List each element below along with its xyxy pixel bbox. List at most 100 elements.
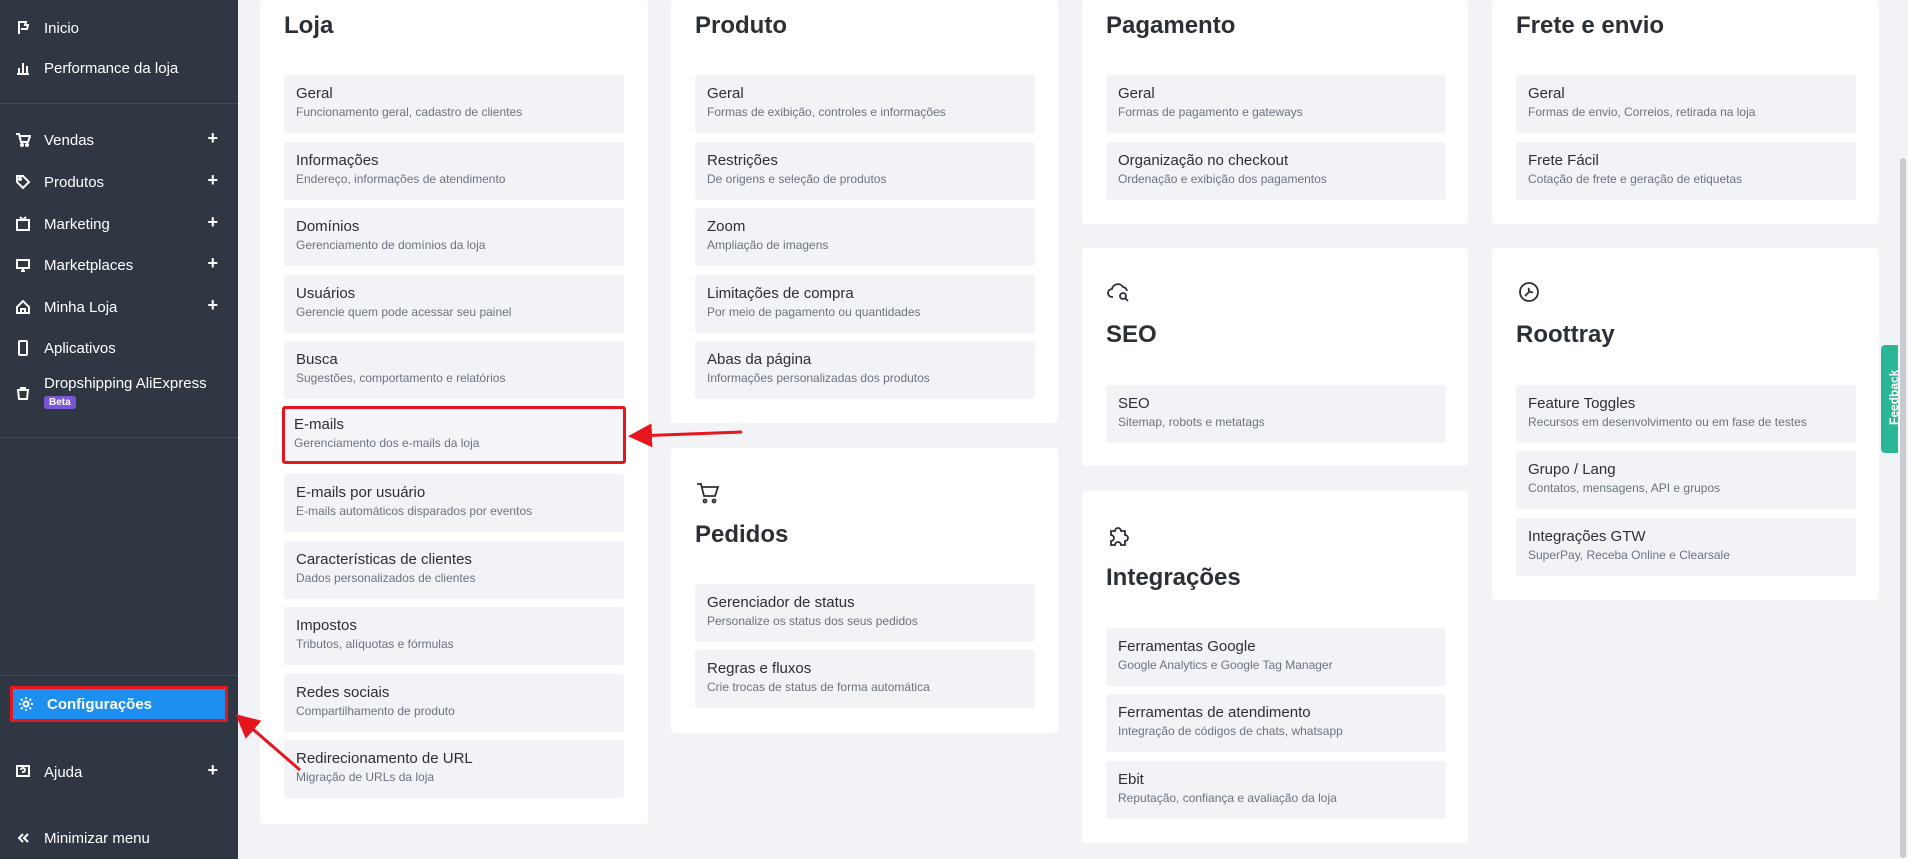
divider: [0, 675, 238, 676]
item-desc: Contatos, mensagens, API e grupos: [1528, 481, 1721, 495]
sidebar-item-vendas[interactable]: Vendas +: [0, 122, 238, 158]
expand-plus-icon[interactable]: +: [207, 760, 218, 781]
settings-item-gerenciador-status[interactable]: Gerenciador de status Personalize os stat…: [695, 584, 1035, 642]
item-desc: Ordenação e exibição dos pagamentos: [1118, 172, 1327, 186]
expand-plus-icon[interactable]: +: [207, 212, 218, 233]
item-title: Redirecionamento de URL: [296, 750, 473, 767]
item-title: Frete Fácil: [1528, 152, 1599, 169]
settings-item-frete-facil[interactable]: Frete Fácil Cotação de frete e geração de…: [1516, 142, 1856, 200]
settings-item-emails-por-usuario[interactable]: E-mails por usuário E-mails automáticos d…: [284, 474, 624, 532]
settings-item-ferramentas-google[interactable]: Ferramentas Google Google Analytics e Goo…: [1106, 628, 1446, 686]
settings-item-dominios[interactable]: Domínios Gerenciamento de domínios da loj…: [284, 208, 624, 266]
settings-item-redes-sociais[interactable]: Redes sociais Compartilhamento de produto: [284, 674, 624, 732]
settings-item-geral[interactable]: Geral Formas de pagamento e gateways: [1106, 75, 1446, 133]
beta-badge: Beta: [44, 396, 76, 409]
settings-item-geral[interactable]: Geral Formas de exibição, controles e inf…: [695, 75, 1035, 133]
item-desc: Gerencie quem pode acessar seu painel: [296, 305, 512, 319]
item-desc: Endereço, informações de atendimento: [296, 172, 506, 186]
settings-item-abas[interactable]: Abas da página Informações personalizadas…: [695, 341, 1035, 399]
sidebar-item-configuracoes[interactable]: Configurações: [10, 686, 228, 722]
sidebar-item-minha-loja[interactable]: Minha Loja +: [0, 289, 238, 325]
settings-item-geral[interactable]: Geral Formas de envio, Correios, retirada…: [1516, 75, 1856, 133]
settings-item-grupo-lang[interactable]: Grupo / Lang Contatos, mensagens, API e g…: [1516, 451, 1856, 509]
item-desc: E-mails automáticos disparados por event…: [296, 504, 533, 518]
item-title: Ferramentas Google: [1118, 638, 1256, 655]
settings-item-limitacoes[interactable]: Limitações de compra Por meio de pagament…: [695, 275, 1035, 333]
card-seo: SEO SEO Sitemap, robots e metatags: [1082, 248, 1468, 466]
sidebar: Inicio Performance da loja Vendas + Prod…: [0, 0, 238, 859]
sidebar-item-dropshipping[interactable]: Dropshipping AliExpress Beta: [0, 375, 238, 419]
sidebar-item-marketing[interactable]: Marketing +: [0, 206, 238, 242]
item-desc: Gerenciamento dos e-mails da loja: [294, 436, 480, 450]
item-desc: Migração de URLs da loja: [296, 770, 435, 784]
item-title: Geral: [707, 85, 744, 102]
item-desc: De origens e seleção de produtos: [707, 172, 887, 186]
item-title: Características de clientes: [296, 551, 472, 568]
sidebar-item-inicio[interactable]: Inicio: [0, 10, 238, 46]
cart-icon: [695, 480, 721, 506]
item-desc: Reputação, confiança e avaliação da loja: [1118, 791, 1337, 805]
item-desc: Formas de exibição, controles e informaç…: [707, 105, 946, 119]
sidebar-item-label: Performance da loja: [44, 59, 179, 77]
settings-item-emails[interactable]: E-mails Gerenciamento dos e-mails da loja: [282, 406, 626, 464]
sidebar-item-label: Marketing: [44, 215, 110, 233]
item-title: Grupo / Lang: [1528, 461, 1616, 478]
item-desc: Integração de códigos de chats, whatsapp: [1118, 724, 1343, 738]
cart-icon: [14, 131, 32, 149]
item-title: Restrições: [707, 152, 778, 169]
item-desc: Google Analytics e Google Tag Manager: [1118, 658, 1333, 672]
item-title: Geral: [296, 85, 333, 102]
double-chevron-left-icon: [14, 829, 32, 847]
sidebar-item-aplicativos[interactable]: Aplicativos: [0, 330, 238, 366]
settings-item-regras-fluxos[interactable]: Regras e fluxos Crie trocas de status de …: [695, 650, 1035, 708]
item-desc: Sugestões, comportamento e relatórios: [296, 371, 506, 385]
card-integracoes: Integrações Ferramentas Google Google Ana…: [1082, 491, 1468, 843]
settings-item-redirecionamento[interactable]: Redirecionamento de URL Migração de URLs …: [284, 740, 624, 798]
settings-item-caracteristicas[interactable]: Características de clientes Dados persona…: [284, 541, 624, 599]
settings-item-busca[interactable]: Busca Sugestões, comportamento e relatóri…: [284, 341, 624, 399]
settings-item-ferramentas-atendimento[interactable]: Ferramentas de atendimento Integração de …: [1106, 694, 1446, 752]
card-title: Loja: [284, 12, 334, 39]
settings-item-organizacao-checkout[interactable]: Organização no checkout Ordenação e exibi…: [1106, 142, 1446, 200]
settings-item-restricoes[interactable]: Restrições De origens e seleção de produt…: [695, 142, 1035, 200]
sidebar-item-ajuda[interactable]: Ajuda +: [0, 754, 238, 790]
sidebar-item-produtos[interactable]: Produtos +: [0, 164, 238, 200]
card-title: Produto: [695, 12, 787, 39]
minimize-menu-button[interactable]: Minimizar menu: [0, 820, 238, 856]
bag-icon: [14, 384, 32, 402]
item-title: Domínios: [296, 218, 360, 235]
sidebar-item-performance[interactable]: Performance da loja: [0, 50, 238, 86]
item-title: SEO: [1118, 395, 1150, 412]
divider: [0, 103, 238, 104]
expand-plus-icon[interactable]: +: [207, 253, 218, 274]
expand-plus-icon[interactable]: +: [207, 170, 218, 191]
settings-item-zoom[interactable]: Zoom Ampliação de imagens: [695, 208, 1035, 266]
puzzle-icon: [1106, 523, 1132, 549]
item-title: Informações: [296, 152, 379, 169]
item-title: Ferramentas de atendimento: [1118, 704, 1311, 721]
sidebar-item-label: Inicio: [44, 19, 80, 37]
sidebar-item-marketplaces[interactable]: Marketplaces +: [0, 247, 238, 283]
gear-icon: [17, 695, 35, 713]
item-desc: Informações personalizadas dos produtos: [707, 371, 930, 385]
settings-item-ebit[interactable]: Ebit Reputação, confiança e avaliação da …: [1106, 761, 1446, 819]
settings-item-feature-toggles[interactable]: Feature Toggles Recursos em desenvolvimen…: [1516, 385, 1856, 443]
item-title: E-mails: [294, 416, 345, 433]
settings-item-geral[interactable]: Geral Funcionamento geral, cadastro de cl…: [284, 75, 624, 133]
expand-plus-icon[interactable]: +: [207, 128, 218, 149]
settings-item-seo[interactable]: SEO Sitemap, robots e metatags: [1106, 385, 1446, 443]
settings-item-impostos[interactable]: Impostos Tributos, alíquotas e fórmulas: [284, 607, 624, 665]
card-title: Pedidos: [695, 521, 789, 548]
help-icon: [14, 763, 32, 781]
home-icon: [14, 298, 32, 316]
expand-plus-icon[interactable]: +: [207, 295, 218, 316]
settings-item-informacoes[interactable]: Informações Endereço, informações de aten…: [284, 142, 624, 200]
sidebar-item-label: Minha Loja: [44, 298, 118, 316]
tv-icon: [14, 215, 32, 233]
item-title: Integrações GTW: [1528, 528, 1646, 545]
settings-item-usuarios[interactable]: Usuários Gerencie quem pode acessar seu p…: [284, 275, 624, 333]
settings-item-integracoes-gtw[interactable]: Integrações GTW SuperPay, Receba Online e…: [1516, 518, 1856, 576]
item-desc: Personalize os status dos seus pedidos: [707, 614, 918, 628]
item-desc: Tributos, alíquotas e fórmulas: [296, 637, 454, 651]
scrollbar-thumb[interactable]: [1900, 158, 1906, 858]
